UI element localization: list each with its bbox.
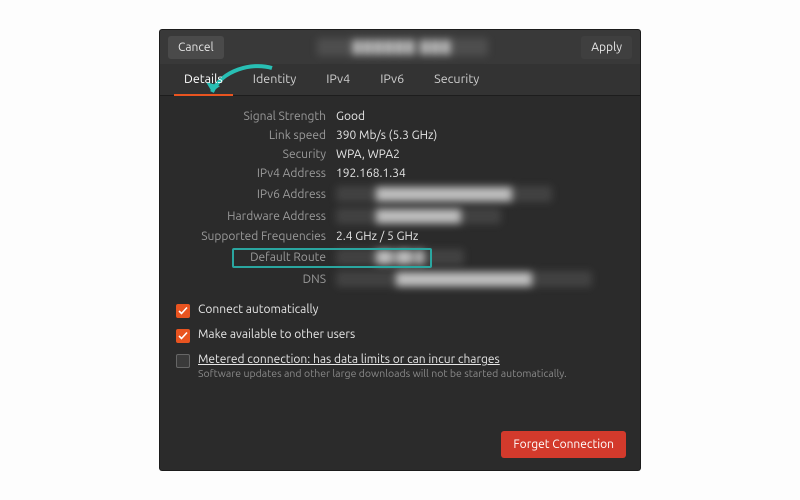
checkbox-icon[interactable] (176, 354, 190, 368)
tab-ipv4[interactable]: IPv4 (316, 65, 360, 96)
tab-ipv6[interactable]: IPv6 (370, 65, 414, 96)
checkbox-icon[interactable] (176, 304, 190, 318)
row-value: 390 Mb/s (5.3 GHz) (336, 129, 624, 142)
header-bar: Cancel ██████ ███ Apply (160, 30, 640, 64)
checkbox-label: Make available to other users (198, 328, 355, 341)
row-value-redacted: ████████████████ (336, 271, 624, 287)
option-connect-auto[interactable]: Connect automatically (176, 303, 624, 318)
row-value: 192.168.1.34 (336, 167, 624, 180)
tab-security[interactable]: Security (424, 65, 489, 96)
window-title-redacted: ██████ ███ (317, 38, 488, 56)
options-section: Connect automatically Make available to … (176, 303, 624, 379)
row-value: WPA, WPA2 (336, 148, 624, 161)
details-panel: Signal Strength Good Link speed 390 Mb/s… (160, 96, 640, 389)
option-make-available[interactable]: Make available to other users (176, 328, 624, 343)
tab-bar: Details Identity IPv4 IPv6 Security (160, 64, 640, 96)
tab-identity[interactable]: Identity (243, 65, 306, 96)
row-value-redacted: ██████████ (336, 208, 624, 224)
row-label: Signal Strength (176, 110, 326, 123)
option-metered[interactable]: Metered connection: has data limits or c… (176, 353, 624, 379)
connection-settings-window: Cancel ██████ ███ Apply Details Identity… (160, 30, 640, 470)
cancel-button[interactable]: Cancel (168, 36, 224, 59)
row-label: Hardware Address (176, 210, 326, 223)
row-value-redacted: ████████████████ (336, 186, 624, 202)
tab-details[interactable]: Details (174, 65, 233, 96)
checkbox-icon[interactable] (176, 329, 190, 343)
highlight-default-route (232, 248, 432, 268)
checkbox-sublabel: Software updates and other large downloa… (198, 367, 567, 379)
checkbox-label: Metered connection: has data limits or c… (198, 353, 567, 366)
row-value: 2.4 GHz / 5 GHz (336, 230, 624, 243)
row-value: Good (336, 110, 624, 123)
forget-connection-button[interactable]: Forget Connection (501, 431, 626, 458)
row-label: IPv4 Address (176, 167, 326, 180)
row-label: IPv6 Address (176, 188, 326, 201)
row-label: Link speed (176, 129, 326, 142)
row-label: DNS (176, 273, 326, 286)
row-label: Security (176, 148, 326, 161)
apply-button[interactable]: Apply (581, 36, 632, 59)
checkbox-label: Connect automatically (198, 303, 318, 316)
row-label: Supported Frequencies (176, 230, 326, 243)
window-title: ██████ ███ (224, 38, 582, 56)
footer: Forget Connection (501, 431, 626, 458)
